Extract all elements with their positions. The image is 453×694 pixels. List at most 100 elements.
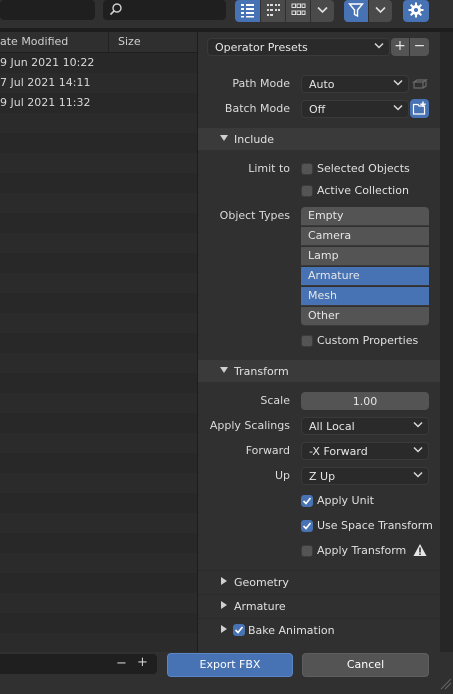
file-date-modified: 7 Jul 2021 14:11 [0, 76, 91, 89]
apply-scalings-value: All Local [309, 420, 355, 433]
decrement-filename-button[interactable]: − [116, 656, 127, 671]
scale-value: 1.00 [352, 395, 378, 408]
up-axis-dropdown[interactable]: Z Up [301, 467, 429, 485]
table-row [0, 273, 197, 293]
bake-animation-section-header[interactable]: Bake Animation [198, 618, 440, 641]
object-type-empty[interactable]: Empty [301, 207, 429, 226]
table-row[interactable]: 9 Jun 2021 10:22 [0, 53, 197, 73]
table-row [0, 133, 197, 153]
apply-unit-checkbox[interactable] [301, 495, 313, 507]
vertical-list-icon [241, 4, 254, 18]
custom-properties-checkbox[interactable] [301, 335, 313, 347]
armature-section-header[interactable]: Armature [198, 594, 440, 617]
filter-toggle-button[interactable] [344, 0, 368, 22]
directory-path-field[interactable] [0, 0, 95, 20]
path-mode-dropdown[interactable]: Auto [301, 75, 409, 93]
new-folder-icon [412, 101, 426, 115]
batch-mode-label: Batch Mode [224, 102, 290, 115]
settings-toggle-button[interactable] [403, 0, 429, 22]
search-input[interactable] [103, 0, 226, 20]
path-mode-value: Auto [309, 78, 335, 91]
chevron-down-icon [413, 421, 423, 428]
cancel-label: Cancel [346, 658, 385, 671]
apply-unit-label: Apply Unit [317, 494, 374, 507]
transform-section-title: Transform [234, 365, 289, 378]
column-divider [108, 32, 109, 52]
filename-input[interactable]: − + [0, 654, 157, 674]
selected-objects-label: Selected Objects [317, 162, 410, 175]
filter-options-dropdown[interactable] [369, 0, 392, 22]
forward-axis-dropdown[interactable]: -X Forward [301, 442, 429, 460]
add-preset-button[interactable]: + [391, 38, 409, 56]
table-row[interactable]: 7 Jul 2021 14:11 [0, 73, 197, 93]
selected-objects-checkbox[interactable] [301, 163, 313, 175]
table-row [0, 613, 197, 633]
table-row [0, 533, 197, 553]
column-date-modified[interactable]: ate Modified [0, 35, 68, 48]
object-type-other[interactable]: Other [301, 307, 429, 326]
chevron-down-icon [375, 6, 386, 14]
panel-scrollbar[interactable] [440, 32, 453, 652]
bake-animation-label: Bake Animation [248, 624, 335, 637]
batch-mode-dropdown[interactable]: Off [301, 100, 409, 118]
table-row [0, 513, 197, 533]
apply-transform-checkbox[interactable] [301, 545, 313, 557]
warning-icon [413, 544, 427, 556]
object-type-label: Mesh [308, 289, 337, 302]
file-list[interactable]: ate Modified Size 9 Jun 2021 10:22 7 Jul … [0, 32, 197, 652]
add-preset-label: + [394, 38, 406, 54]
scale-field[interactable]: 1.00 [301, 392, 429, 410]
table-row [0, 313, 197, 333]
apply-scalings-dropdown[interactable]: All Local [301, 417, 429, 435]
horizontal-list-view-button[interactable] [261, 0, 285, 22]
include-section-header[interactable]: Include [198, 128, 440, 150]
chevron-down-icon [413, 446, 423, 453]
object-type-mesh[interactable]: Mesh [301, 287, 429, 306]
column-size[interactable]: Size [118, 35, 141, 48]
file-date-modified: 9 Jun 2021 10:22 [0, 56, 95, 69]
object-type-lamp[interactable]: Lamp [301, 247, 429, 266]
up-axis-value: Z Up [309, 470, 336, 483]
cancel-button[interactable]: Cancel [302, 653, 429, 677]
export-fbx-button[interactable]: Export FBX [167, 653, 293, 677]
resize-corner-icon[interactable] [440, 678, 452, 690]
path-mode-label: Path Mode [232, 77, 290, 90]
custom-properties-label: Custom Properties [317, 334, 419, 347]
object-type-label: Camera [308, 229, 352, 242]
use-space-transform-checkbox[interactable] [301, 520, 313, 532]
table-row [0, 153, 197, 173]
object-type-armature[interactable]: Armature [301, 267, 429, 286]
remove-preset-button[interactable]: − [410, 38, 429, 56]
increment-filename-button[interactable]: + [137, 655, 148, 670]
active-collection-checkbox[interactable] [301, 185, 313, 197]
active-collection-label: Active Collection [317, 184, 409, 197]
table-row [0, 433, 197, 453]
geometry-section-header[interactable]: Geometry [198, 570, 440, 593]
object-type-label: Empty [308, 209, 344, 222]
triangle-down-icon [220, 367, 228, 373]
checkmark-icon [234, 626, 244, 634]
forward-label: Forward [245, 444, 290, 457]
table-row [0, 293, 197, 313]
object-type-camera[interactable]: Camera [301, 227, 429, 246]
batch-own-dir-toggle[interactable] [410, 99, 429, 118]
table-row [0, 253, 197, 273]
transform-section-header[interactable]: Transform [198, 360, 440, 382]
bake-animation-checkbox[interactable] [233, 624, 245, 636]
table-row[interactable]: 9 Jul 2021 11:32 [0, 93, 197, 113]
search-icon [109, 3, 122, 16]
up-label: Up [274, 469, 290, 482]
chevron-down-icon [393, 104, 403, 111]
apply-scalings-label: Apply Scalings [209, 419, 290, 432]
vertical-list-view-button[interactable] [235, 0, 260, 22]
object-type-label: Other [308, 309, 340, 322]
package-icon [412, 78, 428, 89]
object-type-label: Armature [308, 269, 360, 282]
embed-textures-toggle[interactable] [411, 75, 429, 93]
table-row [0, 393, 197, 413]
include-section-title: Include [234, 133, 275, 146]
table-row [0, 333, 197, 353]
display-options-dropdown[interactable] [311, 0, 334, 22]
operator-presets-dropdown[interactable]: Operator Presets [207, 38, 390, 56]
thumbnails-view-button[interactable] [286, 0, 310, 22]
